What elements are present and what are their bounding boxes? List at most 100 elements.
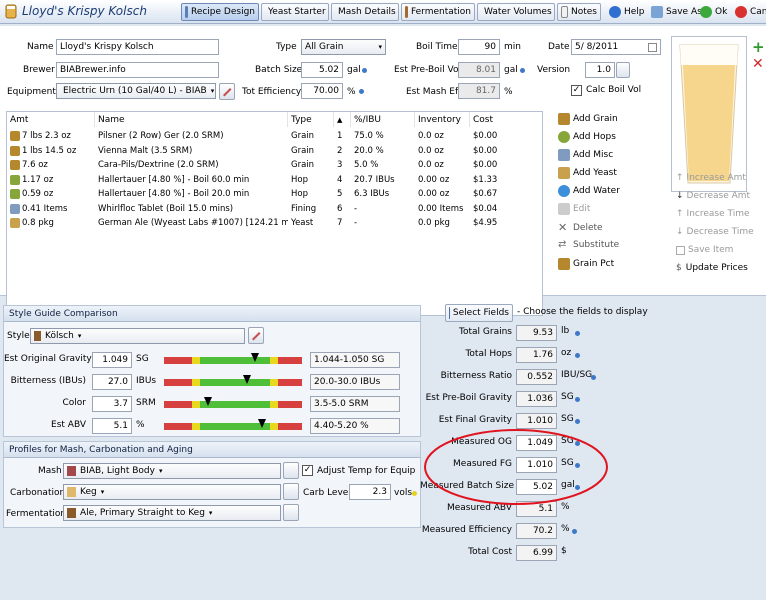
table-row[interactable]: 0.41 Items Whirlfloc Tablet (Boil 15.0 mi…	[7, 202, 542, 217]
num-cell: 4	[337, 174, 343, 185]
tab-fermentation[interactable]: Fermentation	[401, 3, 475, 21]
table-row[interactable]: 7 lbs 2.3 oz Pilsner (2 Row) Ger (2.0 SRM…	[7, 129, 542, 144]
ok-button[interactable]: Ok	[700, 4, 727, 20]
add-water-button[interactable]: Add Water	[558, 185, 620, 197]
style-param-value: 27.0	[92, 374, 132, 390]
type-select[interactable]: All Grain ▾	[301, 39, 386, 55]
add-picture-icon[interactable]: +	[752, 40, 765, 55]
equipment-edit-button[interactable]	[219, 83, 235, 100]
name-cell: Hallertauer [4.80 %] - Boil 60.0 min	[98, 174, 250, 185]
efficiency-field[interactable]: 70.00	[301, 83, 343, 99]
mash-profile-select[interactable]: BIAB, Light Body ▾	[63, 463, 281, 479]
save-as-button[interactable]: Save As	[651, 4, 702, 20]
carb-level-unit: vols	[394, 488, 413, 498]
help-button[interactable]: Help	[609, 4, 645, 20]
type-cell: Fining	[291, 203, 317, 214]
bar-segment	[192, 423, 200, 430]
title-bar: Lloyd's Krispy Kolsch Recipe Design Yeas…	[0, 0, 766, 24]
fermentation-select[interactable]: Ale, Primary Straight to Keg ▾	[63, 505, 281, 521]
add-water-label: Add Water	[573, 186, 620, 196]
add-yeast-button[interactable]: Add Yeast	[558, 167, 617, 179]
column-header[interactable]: Cost	[470, 112, 542, 127]
column-header[interactable]: %/IBU	[351, 112, 415, 127]
grain-pct-button[interactable]: Grain Pct	[558, 258, 614, 270]
add-misc-label: Add Misc	[573, 150, 614, 160]
date-field[interactable]: 5/ 8/2011	[571, 39, 661, 55]
substitute-button[interactable]: ⇄ Substitute	[558, 239, 619, 250]
boil-time-field[interactable]: 90	[458, 39, 500, 55]
batch-size-field[interactable]: 5.02	[301, 62, 343, 78]
stat-value[interactable]: 1.049	[516, 435, 557, 451]
add-misc-button[interactable]: Add Misc	[558, 149, 613, 161]
decrease-time-button[interactable]: ↓ Decrease Time	[676, 227, 754, 237]
remove-picture-icon[interactable]: ✕	[752, 57, 764, 71]
stat-value[interactable]: 5.02	[516, 479, 557, 495]
cancel-button[interactable]: Canc	[735, 4, 766, 20]
edit-button[interactable]: Edit	[558, 203, 590, 215]
column-header[interactable]: Inventory	[415, 112, 470, 127]
increase-amt-button[interactable]: ↑ Increase Amt	[676, 173, 746, 183]
edit-icon	[252, 332, 261, 341]
add-grain-button[interactable]: Add Grain	[558, 113, 618, 125]
stat-value: 1.76	[516, 347, 557, 363]
table-row[interactable]: 1.17 oz Hallertauer [4.80 %] - Boil 60.0 …	[7, 173, 542, 188]
save-item-button[interactable]: Save Item	[676, 245, 733, 255]
tab-notes[interactable]: Notes	[557, 3, 601, 21]
add-yeast-label: Add Yeast	[573, 168, 617, 178]
info-dot-icon	[575, 463, 580, 468]
select-fields-button[interactable]: Select Fields	[445, 304, 513, 322]
table-row[interactable]: 0.59 oz Hallertauer [4.80 %] - Boil 20.0 …	[7, 187, 542, 202]
decrease-amt-button[interactable]: ↓ Decrease Amt	[676, 191, 750, 201]
preboil-unit: gal	[504, 65, 518, 75]
style-marker-icon	[204, 397, 213, 406]
update-prices-button[interactable]: $ Update Prices	[676, 263, 748, 273]
adjust-temp-checkbox[interactable]: ✓	[302, 465, 313, 476]
tab-recipe-design[interactable]: Recipe Design	[181, 3, 259, 21]
bar-segment	[192, 357, 200, 364]
tab-water-volumes[interactable]: Water Volumes	[477, 3, 555, 21]
tab-yeast-starter[interactable]: Yeast Starter	[261, 3, 329, 21]
carb-level-field[interactable]: 2.3	[349, 484, 391, 500]
fermentation-edit-button[interactable]	[283, 504, 299, 521]
style-value: Kölsch	[45, 331, 74, 341]
amount-cell: 0.8 pkg	[10, 216, 95, 230]
mash-edit-button[interactable]	[283, 462, 299, 479]
date-label: Date	[548, 42, 570, 52]
calc-boil-checkbox[interactable]: ✓	[571, 85, 582, 96]
info-dot-icon	[575, 441, 580, 446]
table-row[interactable]: 1 lbs 14.5 oz Vienna Malt (3.5 SRM) Grain 2…	[7, 144, 542, 159]
grain-pct-label: Grain Pct	[573, 259, 615, 269]
column-header[interactable]: ▲	[334, 112, 351, 127]
style-label: Style	[7, 331, 30, 341]
column-header[interactable]: Name	[95, 112, 288, 127]
version-spinner[interactable]	[616, 62, 630, 78]
increase-time-button[interactable]: ↑ Increase Time	[676, 209, 750, 219]
arrow-down-icon: ↓	[676, 191, 684, 201]
help-icon	[609, 6, 621, 18]
stat-value[interactable]: 1.010	[516, 457, 557, 473]
brewer-field[interactable]: BIABrewer.info	[56, 62, 219, 78]
column-header[interactable]: Type	[288, 112, 334, 127]
add-hops-button[interactable]: Add Hops	[558, 131, 616, 143]
delete-button[interactable]: ✕ Delete	[558, 221, 603, 234]
grain-icon	[10, 145, 20, 156]
table-row[interactable]: 0.8 pkg German Ale (Wyeast Labs #1007) [1…	[7, 216, 542, 231]
stat-label: Measured FG	[453, 459, 512, 469]
carbonation-select[interactable]: Keg ▾	[63, 484, 281, 500]
name-field[interactable]: Lloyd's Krispy Kolsch	[56, 39, 219, 55]
check-icon	[700, 6, 712, 18]
carbonation-edit-button[interactable]	[283, 483, 299, 500]
tab-mash-details[interactable]: Mash Details	[331, 3, 399, 21]
amount-text: 7 lbs 2.3 oz	[22, 131, 71, 141]
amount-text: 7.6 oz	[22, 160, 48, 170]
calc-boil-label: Calc Boil Vol	[586, 85, 642, 95]
style-select[interactable]: Kölsch ▾	[30, 328, 245, 344]
equipment-select[interactable]: Electric Urn (10 Gal/40 L) - BIAB ▾	[56, 83, 216, 99]
column-header[interactable]: Amt	[7, 112, 95, 127]
version-field[interactable]: 1.0	[585, 62, 615, 78]
save-as-label: Save As	[666, 7, 702, 17]
style-edit-button[interactable]	[248, 327, 264, 344]
info-dot-icon	[520, 68, 525, 73]
table-row[interactable]: 7.6 oz Cara-Pils/Dextrine (2.0 SRM) Grain 3…	[7, 158, 542, 173]
stat-value: 9.53	[516, 325, 557, 341]
